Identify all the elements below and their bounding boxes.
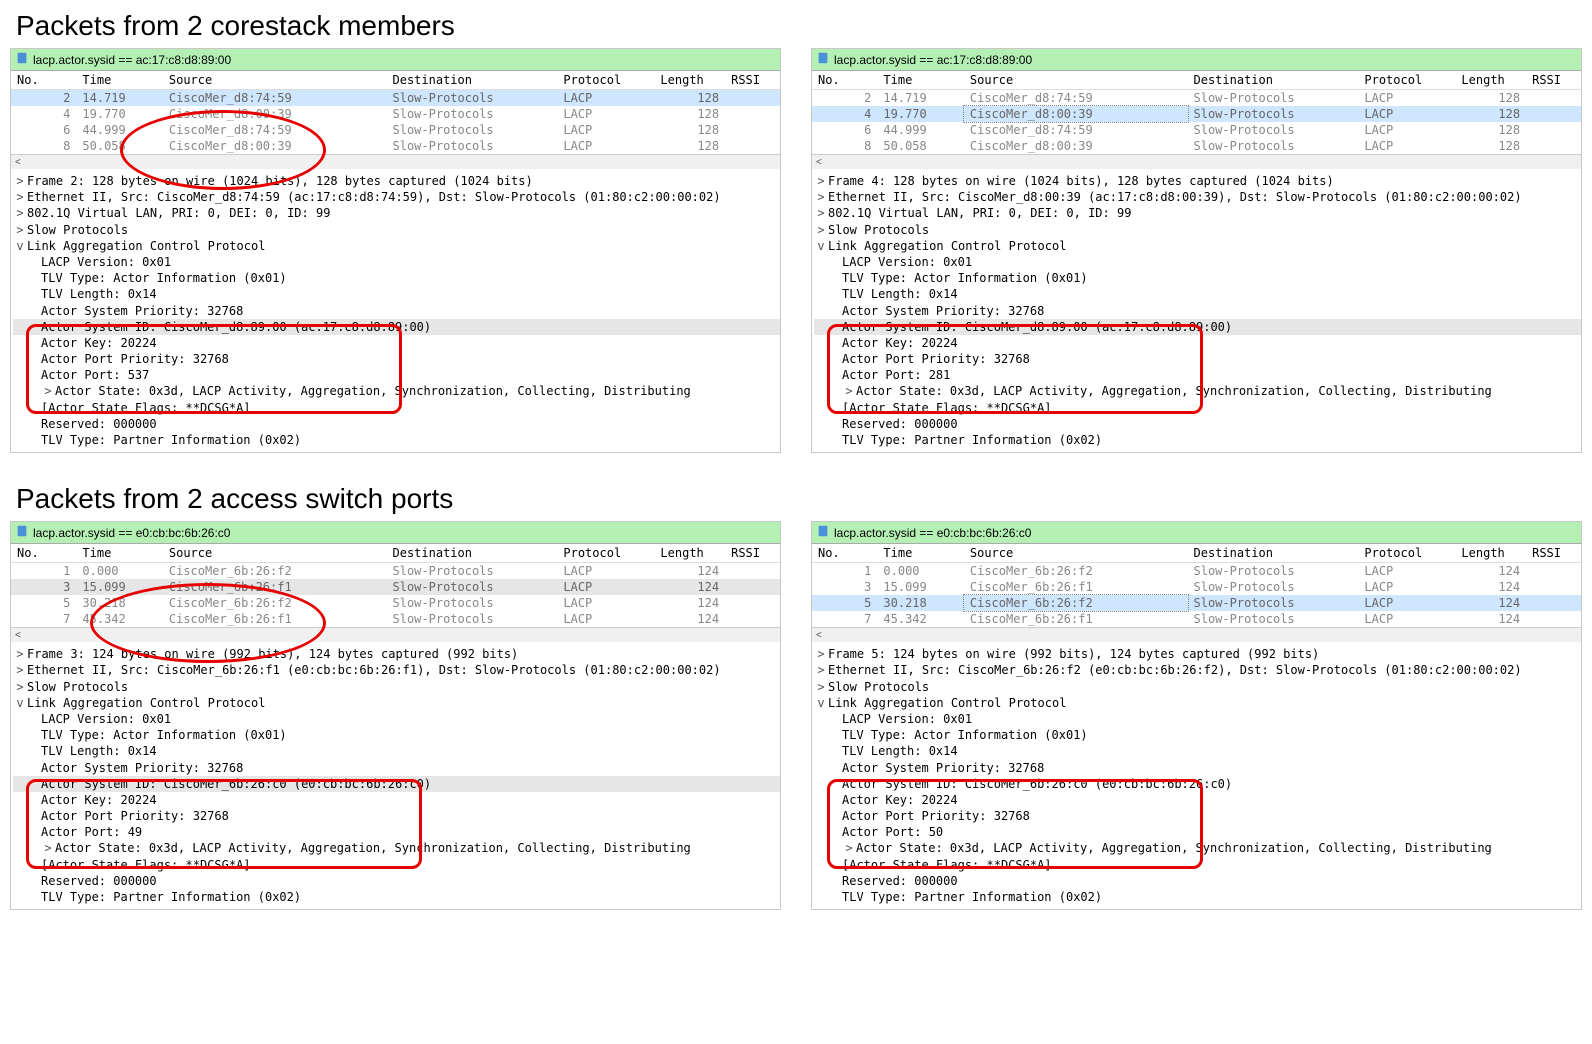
display-filter[interactable]: lacp.actor.sysid == ac:17:c8:d8:89:00 — [812, 49, 1581, 71]
col-time[interactable]: Time — [76, 71, 162, 90]
filter-bookmark-icon — [15, 51, 29, 68]
packet-list[interactable]: No. Time Source Destination Protocol Len… — [812, 71, 1581, 154]
col-proto[interactable]: Protocol — [557, 71, 654, 90]
filter-text: lacp.actor.sysid == e0:cb:bc:6b:26:c0 — [33, 526, 230, 540]
col-rssi[interactable]: RSSI — [725, 71, 780, 90]
col-len[interactable]: Length — [654, 71, 725, 90]
packet-row[interactable]: 850.058CiscoMer_d8:00:39Slow-ProtocolsLA… — [11, 138, 780, 154]
packet-list[interactable]: No. Time Source Destination Protocol Len… — [11, 544, 780, 627]
col-dst[interactable]: Destination — [387, 71, 558, 90]
scroll-left-icon[interactable]: < — [812, 154, 1581, 169]
packet-details[interactable]: >Frame 2: 128 bytes on wire (1024 bits),… — [11, 169, 780, 452]
filter-bookmark-icon — [15, 524, 29, 541]
packet-row[interactable]: 315.099CiscoMer_6b:26:f1Slow-ProtocolsLA… — [812, 579, 1581, 595]
filter-bookmark-icon — [816, 524, 830, 541]
scroll-left-icon[interactable]: < — [11, 627, 780, 642]
packet-row[interactable]: 315.099CiscoMer_6b:26:f1Slow-ProtocolsLA… — [11, 579, 780, 595]
packet-row[interactable]: 745.342CiscoMer_6b:26:f1Slow-ProtocolsLA… — [812, 611, 1581, 627]
packet-row[interactable]: 745.342CiscoMer_6b:26:f1Slow-ProtocolsLA… — [11, 611, 780, 627]
packet-details[interactable]: >Frame 4: 128 bytes on wire (1024 bits),… — [812, 169, 1581, 452]
packet-list[interactable]: No. Time Source Destination Protocol Len… — [812, 544, 1581, 627]
packet-row[interactable]: 10.000CiscoMer_6b:26:f2Slow-ProtocolsLAC… — [11, 563, 780, 580]
filter-text: lacp.actor.sysid == ac:17:c8:d8:89:00 — [834, 53, 1032, 67]
filter-bookmark-icon — [816, 51, 830, 68]
display-filter[interactable]: lacp.actor.sysid == e0:cb:bc:6b:26:c0 — [812, 522, 1581, 544]
packet-row[interactable]: 419.770CiscoMer_d8:00:39Slow-ProtocolsLA… — [812, 106, 1581, 122]
packet-row[interactable]: 419.770CiscoMer_d8:00:39Slow-ProtocolsLA… — [11, 106, 780, 122]
packet-row[interactable]: 530.218CiscoMer_6b:26:f2Slow-ProtocolsLA… — [11, 595, 780, 611]
packet-details[interactable]: >Frame 5: 124 bytes on wire (992 bits), … — [812, 642, 1581, 909]
scroll-left-icon[interactable]: < — [812, 627, 1581, 642]
packet-row[interactable]: 10.000CiscoMer_6b:26:f2Slow-ProtocolsLAC… — [812, 563, 1581, 580]
packet-details[interactable]: >Frame 3: 124 bytes on wire (992 bits), … — [11, 642, 780, 909]
packet-row[interactable]: 530.218CiscoMer_6b:26:f2Slow-ProtocolsLA… — [812, 595, 1581, 611]
filter-text: lacp.actor.sysid == e0:cb:bc:6b:26:c0 — [834, 526, 1031, 540]
packet-row[interactable]: 214.719CiscoMer_d8:74:59Slow-ProtocolsLA… — [11, 90, 780, 107]
packet-list[interactable]: No. Time Source Destination Protocol Len… — [11, 71, 780, 154]
section-title-bottom: Packets from 2 access switch ports — [16, 483, 1582, 515]
display-filter[interactable]: lacp.actor.sysid == ac:17:c8:d8:89:00 — [11, 49, 780, 71]
packet-row[interactable]: 644.999CiscoMer_d8:74:59Slow-ProtocolsLA… — [11, 122, 780, 138]
packet-row[interactable]: 214.719CiscoMer_d8:74:59Slow-ProtocolsLA… — [812, 90, 1581, 107]
filter-text: lacp.actor.sysid == ac:17:c8:d8:89:00 — [33, 53, 231, 67]
col-no[interactable]: No. — [11, 71, 76, 90]
section-title-top: Packets from 2 corestack members — [16, 10, 1582, 42]
col-src[interactable]: Source — [163, 71, 387, 90]
packet-row[interactable]: 850.058CiscoMer_d8:00:39Slow-ProtocolsLA… — [812, 138, 1581, 154]
display-filter[interactable]: lacp.actor.sysid == e0:cb:bc:6b:26:c0 — [11, 522, 780, 544]
packet-row[interactable]: 644.999CiscoMer_d8:74:59Slow-ProtocolsLA… — [812, 122, 1581, 138]
scroll-left-icon[interactable]: < — [11, 154, 780, 169]
